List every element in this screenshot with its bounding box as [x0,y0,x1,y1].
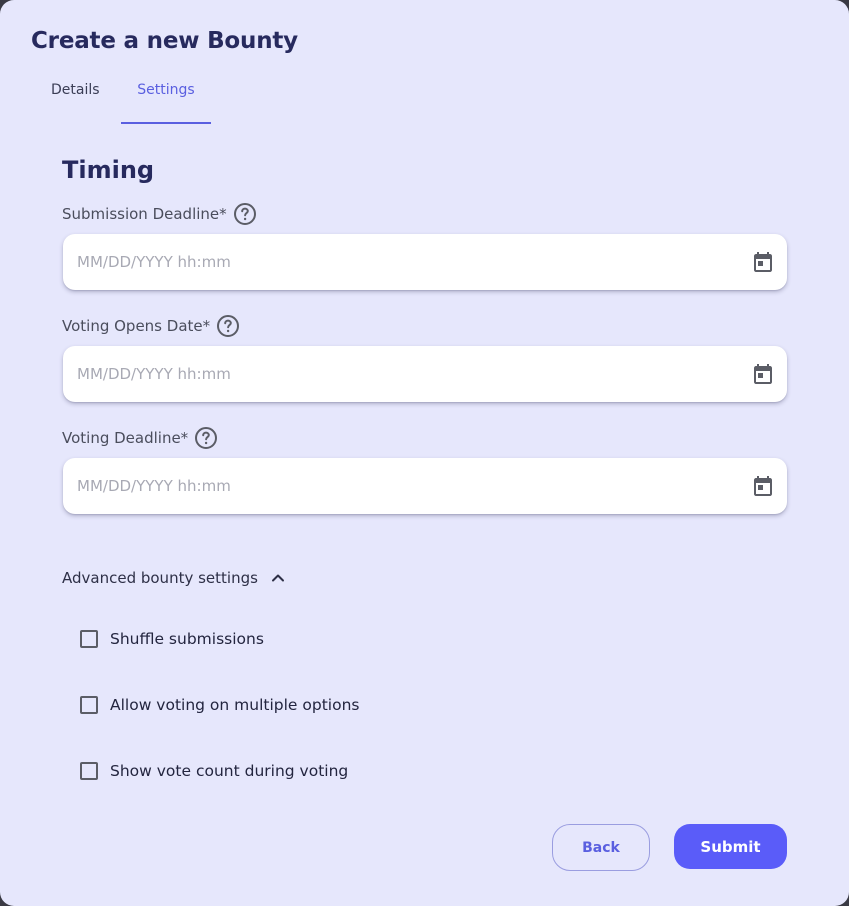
voting-deadline-field [63,458,787,514]
question-circle-icon[interactable] [233,202,257,226]
option-show-vote-count[interactable]: Show vote count during voting [80,759,348,783]
create-bounty-dialog: Create a new Bounty Details Settings Tim… [0,0,849,906]
show-vote-count-label: Show vote count during voting [110,762,349,780]
allow-multiple-votes-checkbox[interactable] [80,696,98,714]
submission-deadline-label: Submission Deadline* [62,202,257,226]
advanced-settings-label: Advanced bounty settings [62,569,258,587]
calendar-icon[interactable] [751,474,775,498]
advanced-settings-toggle[interactable]: Advanced bounty settings [62,566,288,590]
voting-deadline-label-text: Voting Deadline* [62,429,189,447]
voting-opens-input[interactable] [77,365,751,383]
option-shuffle-submissions[interactable]: Shuffle submissions [80,627,264,651]
tab-settings-label: Settings [137,82,195,98]
submission-deadline-input[interactable] [77,253,751,271]
tab-settings[interactable]: Settings [121,82,211,124]
allow-multiple-votes-label: Allow voting on multiple options [110,696,360,714]
voting-opens-label: Voting Opens Date* [62,314,240,338]
section-title-timing: Timing [62,156,155,184]
submission-deadline-field [63,234,787,290]
voting-opens-field [63,346,787,402]
shuffle-submissions-checkbox[interactable] [80,630,98,648]
chevron-up-icon [268,568,288,588]
submission-deadline-label-text: Submission Deadline* [62,205,227,223]
tab-details-label: Details [51,82,100,98]
submit-button[interactable]: Submit [674,824,787,869]
shuffle-submissions-label: Shuffle submissions [110,630,264,648]
calendar-icon[interactable] [751,250,775,274]
dialog-title: Create a new Bounty [31,28,298,54]
voting-deadline-input[interactable] [77,477,751,495]
question-circle-icon[interactable] [194,426,218,450]
tab-details[interactable]: Details [51,82,103,124]
question-circle-icon[interactable] [216,314,240,338]
calendar-icon[interactable] [751,362,775,386]
voting-deadline-label: Voting Deadline* [62,426,218,450]
back-button[interactable]: Back [552,824,650,871]
voting-opens-label-text: Voting Opens Date* [62,317,211,335]
option-allow-multiple-votes[interactable]: Allow voting on multiple options [80,693,359,717]
active-tab-indicator [121,122,211,124]
show-vote-count-checkbox[interactable] [80,762,98,780]
